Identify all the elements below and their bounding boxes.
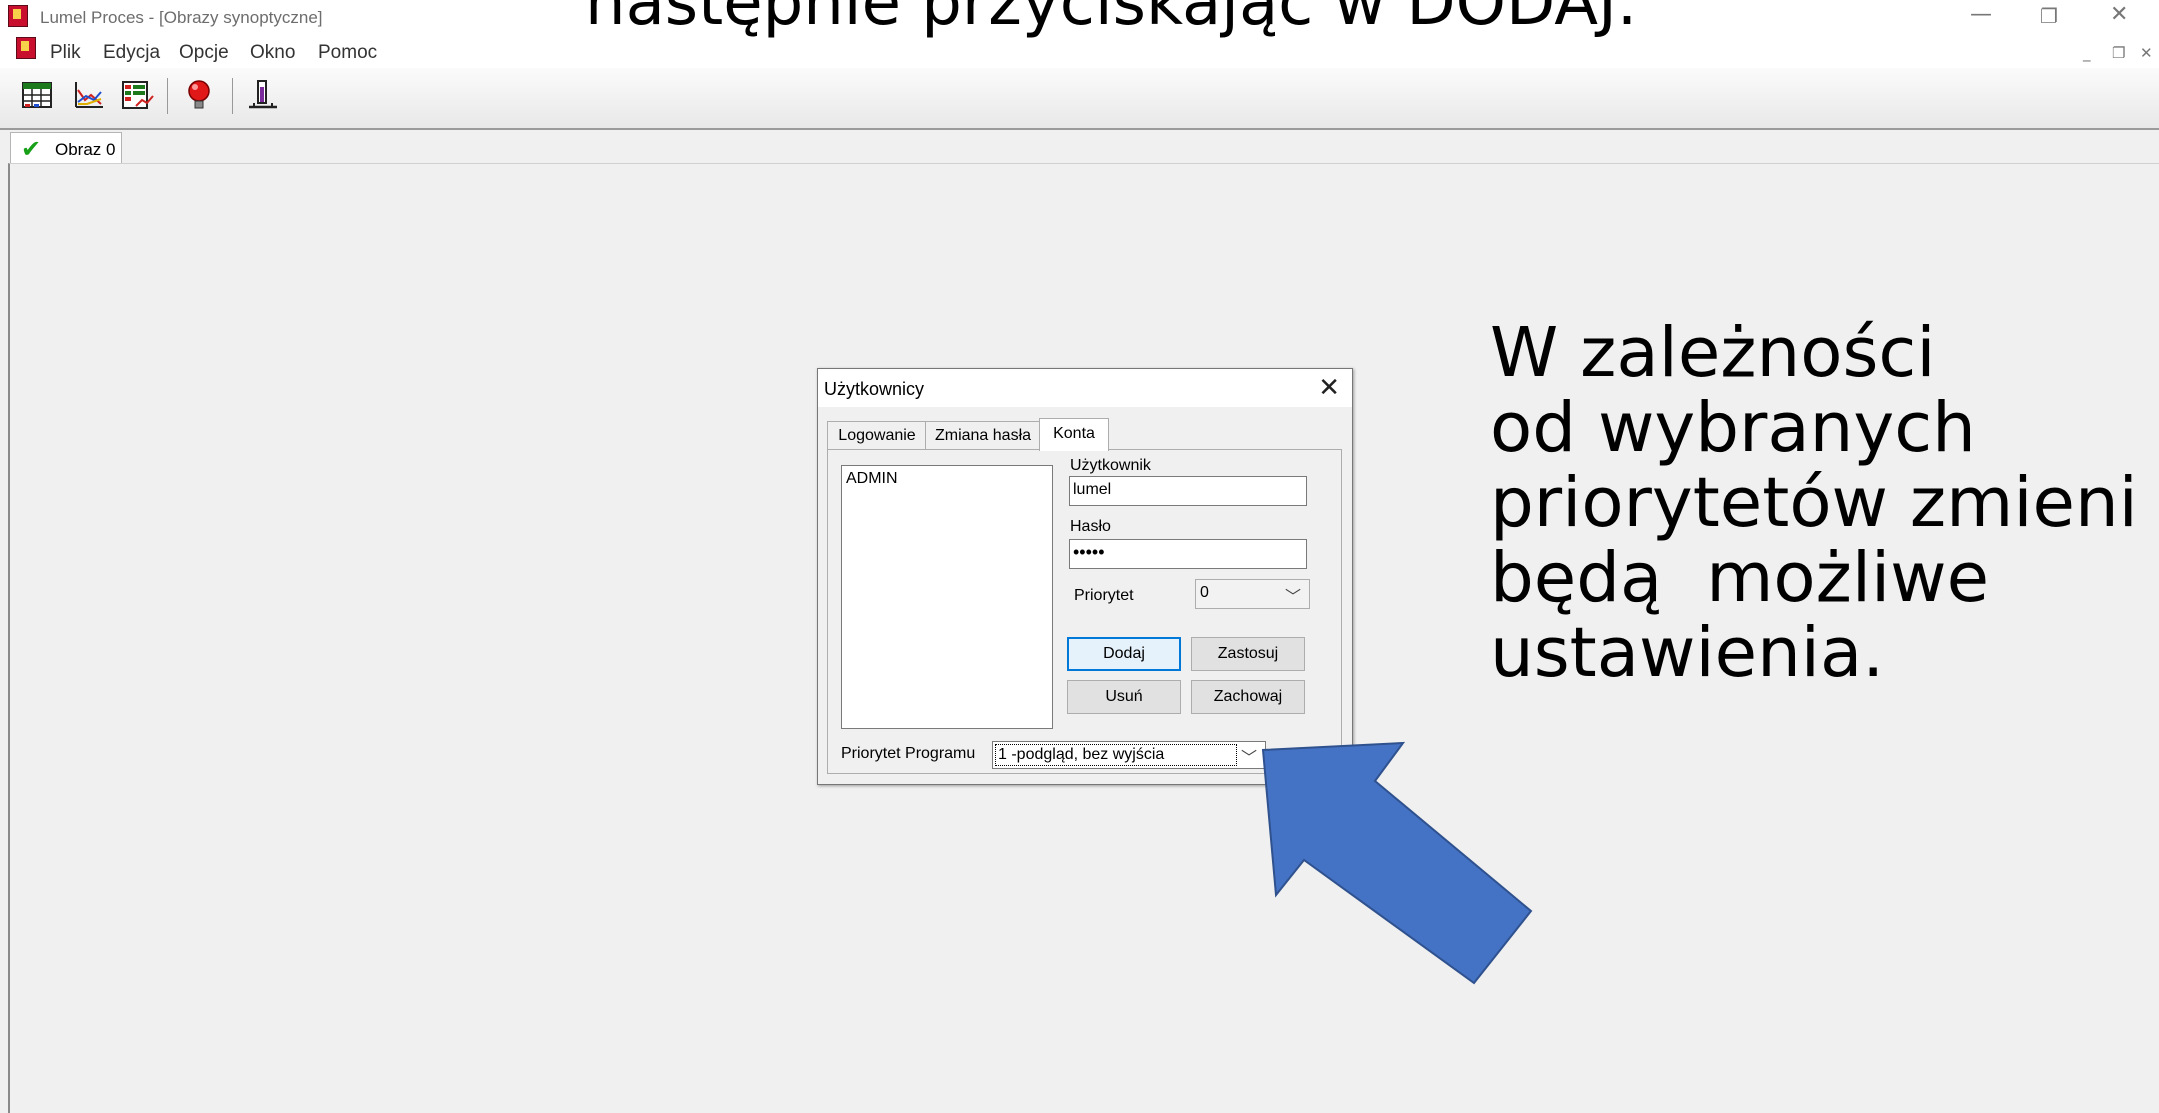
tab-konta[interactable]: Konta [1039, 418, 1109, 451]
arrow-shape [1261, 741, 1533, 985]
annotation-line: priorytetów zmieni [1490, 463, 2138, 543]
annotation-line: będą możliwe [1490, 538, 1990, 618]
annotation-line: od wybranych [1490, 388, 1976, 468]
annotation-line: ustawienia. [1490, 613, 1885, 693]
annotation-line: W zależności [1490, 313, 1936, 393]
annotation-text: W zależności od wybranych priorytetów zm… [1490, 316, 2138, 691]
